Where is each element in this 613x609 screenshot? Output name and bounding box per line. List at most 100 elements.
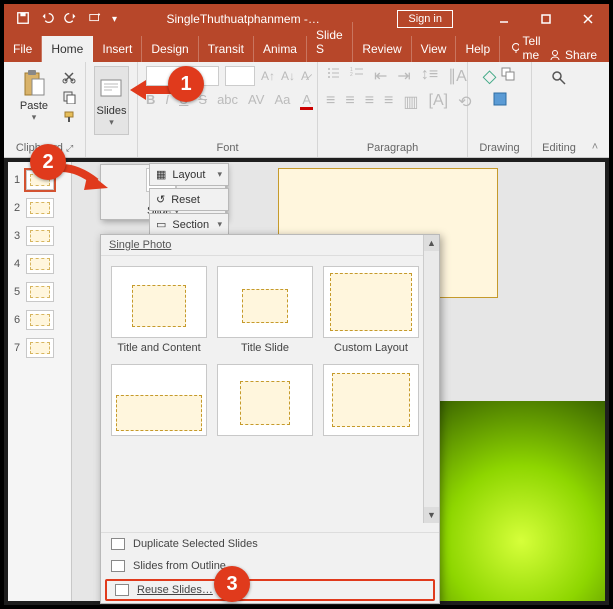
close-button[interactable] [567, 4, 609, 34]
shadow-button[interactable]: abc [217, 92, 238, 110]
arrange-icon[interactable] [500, 66, 516, 87]
new-slide-icon [96, 73, 128, 105]
text-direction-icon[interactable]: ∥A [448, 66, 467, 86]
layout-row2-1[interactable] [111, 364, 207, 440]
thumbnail-3[interactable]: 3 [8, 222, 71, 250]
tab-help[interactable]: Help [456, 36, 500, 62]
layout-title-and-content[interactable]: Title and Content [111, 266, 207, 354]
ribbon: Paste ▾ Clipboard ⤢ Slides ▾ [4, 62, 609, 158]
cut-icon[interactable] [62, 70, 76, 84]
layout-title-slide[interactable]: Title Slide [217, 266, 313, 354]
thumbnail-6[interactable]: 6 [8, 306, 71, 334]
slides-label: Slides [97, 105, 127, 117]
tab-review[interactable]: Review [353, 36, 411, 62]
thumbnail-4[interactable]: 4 [8, 250, 71, 278]
indent-decrease-icon[interactable]: ⇤ [374, 66, 387, 86]
share-button[interactable]: Share [549, 48, 597, 62]
tab-view[interactable]: View [412, 36, 457, 62]
tell-me-label: Tell me [523, 34, 549, 62]
align-right-icon[interactable]: ≡ [365, 92, 374, 112]
qat-more-icon[interactable]: ▾ [112, 14, 117, 25]
scroll-up-icon[interactable]: ▲ [424, 235, 439, 251]
group-editing: Editing [532, 62, 586, 157]
indent-increase-icon[interactable]: ⇥ [397, 66, 410, 86]
quick-styles-icon[interactable] [492, 91, 508, 112]
gallery-scrollbar[interactable]: ▲ ▼ [423, 235, 439, 523]
group-label-font: Font [146, 140, 309, 155]
shapes-icon[interactable]: ◇ [483, 66, 497, 87]
layout-option[interactable]: ▦Layout▾ [149, 163, 229, 186]
undo-icon[interactable] [40, 11, 54, 28]
scroll-down-icon[interactable]: ▼ [424, 507, 439, 523]
reuse-slides-option[interactable]: Reuse Slides… [105, 579, 435, 601]
new-slide-split-button: New Slide ▾ ▦Layout▾ ↺Reset ▭Section▾ [100, 164, 226, 220]
slides-from-outline-option[interactable]: Slides from Outline [101, 555, 439, 577]
duplicate-slides-option[interactable]: Duplicate Selected Slides [101, 533, 439, 555]
format-painter-icon[interactable] [62, 110, 76, 124]
copy-icon[interactable] [62, 90, 76, 104]
group-label-editing: Editing [540, 140, 578, 155]
layout-icon: ▦ [156, 168, 166, 181]
section-option[interactable]: ▭Section▾ [149, 213, 229, 236]
align-justify-icon[interactable]: ≡ [384, 92, 393, 112]
char-spacing-button[interactable]: AV [248, 92, 264, 110]
align-center-icon[interactable]: ≡ [345, 92, 354, 112]
reset-option[interactable]: ↺Reset [149, 188, 229, 211]
slides-dropdown-button[interactable]: Slides ▾ [94, 66, 129, 135]
slide-thumbnail-panel: 1 2 3 4 5 6 7 [8, 162, 72, 601]
annotation-arrow-2 [58, 162, 112, 196]
collapse-ribbon-icon[interactable]: ˄ [586, 62, 604, 157]
columns-icon[interactable]: ▥ [403, 92, 418, 112]
increase-font-icon[interactable]: A↑ [261, 69, 275, 83]
annotation-1: 1 [168, 66, 204, 102]
group-slides: Slides ▾ [86, 62, 138, 157]
start-from-beginning-icon[interactable] [88, 11, 102, 28]
font-size-combo[interactable] [225, 66, 255, 86]
group-paragraph: 12 ⇤ ⇥ ↕≡ ∥A ≡ ≡ ≡ ≡ ▥ [A] ⟲ Paragraph [318, 62, 468, 157]
tab-slideshow[interactable]: Slide S [307, 22, 353, 62]
numbering-icon[interactable]: 12 [350, 66, 364, 86]
save-icon[interactable] [16, 11, 30, 28]
tell-me[interactable]: Tell me [510, 34, 549, 62]
layout-custom[interactable]: Custom Layout [323, 266, 419, 354]
line-spacing-icon[interactable]: ↕≡ [421, 66, 438, 86]
tab-home[interactable]: Home [42, 36, 93, 62]
minimize-button[interactable] [483, 4, 525, 34]
paste-icon [18, 68, 50, 100]
group-label-drawing: Drawing [476, 140, 523, 155]
change-case-button[interactable]: Aa [274, 92, 290, 110]
reset-icon: ↺ [156, 193, 165, 206]
chevron-down-icon: ▾ [32, 112, 37, 123]
gallery-header: Single Photo [101, 235, 439, 256]
redo-icon[interactable] [64, 11, 78, 28]
align-left-icon[interactable]: ≡ [326, 92, 335, 112]
svg-text:2: 2 [350, 72, 353, 78]
font-color-button[interactable]: A [300, 92, 313, 110]
layout-row2-2[interactable] [217, 364, 313, 440]
tab-transitions[interactable]: Transit [199, 36, 254, 62]
thumbnail-2[interactable]: 2 [8, 194, 71, 222]
maximize-button[interactable] [525, 4, 567, 34]
duplicate-icon [111, 538, 125, 550]
bullets-icon[interactable] [326, 66, 340, 86]
layout-gallery: Single Photo ▲ ▼ Title and Content Title… [100, 234, 440, 604]
chevron-down-icon: ▾ [109, 117, 114, 128]
layout-row2-3[interactable] [323, 364, 419, 440]
tab-animations[interactable]: Anima [254, 36, 307, 62]
paste-button[interactable]: Paste ▾ [12, 66, 56, 125]
group-clipboard: Paste ▾ Clipboard ⤢ [4, 62, 86, 157]
clear-format-icon[interactable]: A̷ [301, 69, 309, 83]
tab-insert[interactable]: Insert [93, 36, 142, 62]
thumbnail-5[interactable]: 5 [8, 278, 71, 306]
find-icon[interactable] [551, 70, 567, 91]
tab-file[interactable]: File [4, 36, 42, 62]
thumbnail-7[interactable]: 7 [8, 334, 71, 362]
sign-in-button[interactable]: Sign in [397, 10, 453, 28]
decrease-font-icon[interactable]: A↓ [281, 69, 295, 83]
align-text-vert-icon[interactable]: [A] [429, 92, 449, 112]
document-title: SingleThuthuatphanmem -… [129, 12, 397, 26]
tab-design[interactable]: Design [142, 36, 198, 62]
ribbon-tabs: File Home Insert Design Transit Anima Sl… [4, 34, 609, 62]
side-options: ▦Layout▾ ↺Reset ▭Section▾ [149, 163, 229, 238]
outline-icon [111, 560, 125, 572]
